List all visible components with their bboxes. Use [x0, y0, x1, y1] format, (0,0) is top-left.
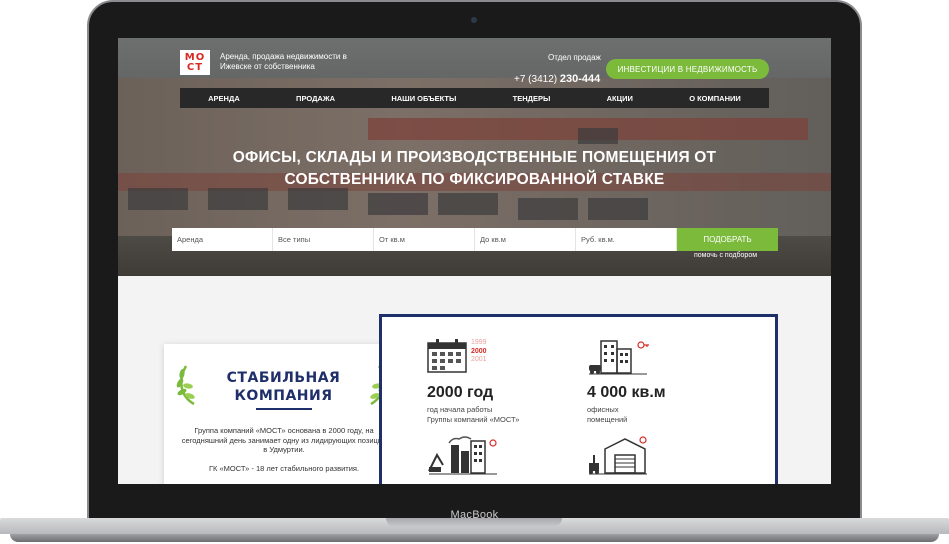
- nav-item-rent[interactable]: АРЕНДА: [208, 94, 240, 103]
- stats-panel: 1999 2000 2001 2000 год год начала работ…: [379, 314, 778, 484]
- company-description: Группа компаний «МОСТ» основана в 2000 г…: [181, 426, 387, 454]
- laptop-frame: МО СТ Аренда, продажа недвижимости в Иже…: [0, 0, 949, 544]
- logo[interactable]: МО СТ: [180, 50, 210, 75]
- search-form: Аренда Все типы От кв.м До кв.м Руб. кв.…: [172, 228, 778, 251]
- deal-type-select[interactable]: Аренда: [172, 228, 273, 251]
- main-nav: АРЕНДА ПРОДАЖА НАШИ ОБЪЕКТЫ ТЕНДЕРЫ АКЦИ…: [180, 88, 769, 108]
- nav-item-promotions[interactable]: АКЦИИ: [607, 94, 633, 103]
- search-helper-link[interactable]: помочь с подбором: [694, 252, 757, 259]
- stable-company-card: СТАБИЛЬНАЯ КОМПАНИЯ Группа компаний «МОС…: [164, 344, 403, 484]
- invest-button[interactable]: ИНВЕСТИЦИИ В НЕДВИЖИМОСТЬ: [606, 59, 769, 79]
- laptop-notch: [386, 518, 562, 527]
- factory-icon: [428, 436, 497, 475]
- company-summary: ГК «МОСТ» - 18 лет стабильного развития.: [208, 464, 360, 473]
- search-submit-button[interactable]: ПОДОБРАТЬ: [677, 228, 778, 251]
- stat-value-area: 4 000 кв.м: [587, 384, 666, 401]
- area-to-input[interactable]: До кв.м: [475, 228, 576, 251]
- hero-headline: ОФИСЫ, СКЛАДЫ И ПРОИЗВОДСТВЕННЫЕ ПОМЕЩЕН…: [232, 149, 717, 188]
- nav-item-sale[interactable]: ПРОДАЖА: [296, 94, 335, 103]
- phone-number[interactable]: +7 (3412) 230-444: [514, 73, 600, 85]
- nav-item-objects[interactable]: НАШИ ОБЪЕКТЫ: [391, 94, 456, 103]
- stat-desc-area: офисных помещений: [587, 405, 628, 424]
- camera-icon: [471, 17, 477, 23]
- site-tagline: Аренда, продажа недвижимости в Ижевске о…: [220, 52, 347, 71]
- stat-value-year: 2000 год: [427, 384, 494, 401]
- property-type-select[interactable]: Все типы: [273, 228, 374, 251]
- years-list: 1999 2000 2001: [471, 339, 487, 363]
- hero-section: МО СТ Аренда, продажа недвижимости в Иже…: [118, 38, 831, 276]
- nav-item-about[interactable]: О КОМПАНИИ: [689, 94, 741, 103]
- stat-desc-year: год начала работы Группы компаний «МОСТ»: [427, 405, 520, 424]
- phone-label: Отдел продаж: [548, 53, 601, 62]
- area-from-input[interactable]: От кв.м: [374, 228, 475, 251]
- card-title: СТАБИЛЬНАЯ КОМПАНИЯ: [226, 370, 341, 404]
- price-input[interactable]: Руб. кв.м.: [576, 228, 677, 251]
- browser-screen: МО СТ Аренда, продажа недвижимости в Иже…: [118, 38, 831, 484]
- divider: [256, 408, 312, 410]
- calendar-icon: [427, 339, 467, 373]
- nav-item-tenders[interactable]: ТЕНДЕРЫ: [513, 94, 551, 103]
- warehouse-icon: [589, 436, 647, 475]
- office-building-icon: [589, 340, 649, 375]
